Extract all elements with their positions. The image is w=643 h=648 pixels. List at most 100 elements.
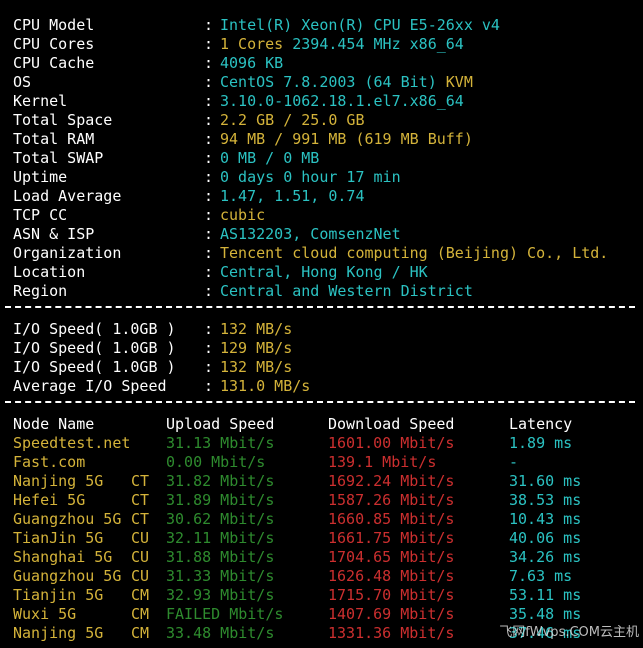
colon-separator: : (204, 73, 214, 91)
dashed-separator (5, 306, 635, 308)
sysinfo-label: Kernel (13, 92, 68, 110)
sysinfo-row: Kernel:3.10.0-1062.18.1.el7.x86_64 (0, 92, 643, 111)
colon-separator: : (204, 377, 214, 395)
speed-row: Shanghai 5G CU 31.88 Mbit/s 1704.65 Mbit/s 3… (0, 548, 643, 567)
colon-separator: : (204, 225, 214, 243)
sysinfo-label: Load Average (13, 187, 122, 205)
sysinfo-value: 2.2 GB / 25.0 GB (220, 111, 365, 129)
speed-isp: CM (131, 624, 150, 642)
io-row: Average I/O Speed:131.0 MB/s (0, 377, 643, 396)
speed-isp: CU (131, 548, 150, 566)
header-download-speed: Download Speed (328, 415, 455, 433)
speed-download: 1704.65 Mbit/s (328, 548, 455, 566)
sysinfo-label: Total Space (13, 111, 113, 129)
colon-separator: : (204, 244, 214, 262)
speed-download: 139.1 Mbit/s (328, 453, 437, 471)
colon-separator: : (204, 16, 214, 34)
speed-upload: 0.00 Mbit/s (166, 453, 266, 471)
speed-latency: 35.48 ms (509, 605, 582, 623)
speed-node-name: Nanjing 5G (13, 624, 104, 642)
header-node-name: Node Name (13, 415, 95, 433)
sysinfo-value: cubic (220, 206, 266, 224)
speed-isp: CT (131, 472, 150, 490)
io-row: I/O Speed( 1.0GB ):132 MB/s (0, 358, 643, 377)
speed-download: 1601.00 Mbit/s (328, 434, 455, 452)
sysinfo-row: Total SWAP:0 MB / 0 MB (0, 149, 643, 168)
speed-row: Tianjin 5G CM 32.93 Mbit/s 1715.70 Mbit/s 53… (0, 586, 643, 605)
sysinfo-label: TCP CC (13, 206, 68, 224)
speed-upload: 33.48 Mbit/s (166, 624, 275, 642)
sysinfo-row: Region: Central and Western District (0, 282, 643, 301)
speed-latency: 38.53 ms (509, 491, 582, 509)
speed-download: 1715.70 Mbit/s (328, 586, 455, 604)
colon-separator: : (204, 111, 214, 129)
speed-latency: - (509, 453, 519, 471)
speed-row: TianJin 5G CU 32.11 Mbit/s 1661.75 Mbit/s 40… (0, 529, 643, 548)
colon-separator: : (204, 320, 214, 338)
io-value: 129 MB/s (220, 339, 293, 357)
dashed-separator (5, 401, 635, 403)
io-value: 132 MB/s (220, 320, 293, 338)
speed-latency: 7.63 ms (509, 567, 573, 585)
speed-isp: CT (131, 491, 150, 509)
sysinfo-row: CPU Cores:1 Cores 2394.454 MHz x86_64 (0, 35, 643, 54)
speed-upload: 32.11 Mbit/s (166, 529, 275, 547)
speed-download: 1407.69 Mbit/s (328, 605, 455, 623)
colon-separator: : (204, 92, 214, 110)
speed-upload: 31.89 Mbit/s (166, 491, 275, 509)
sysinfo-row: CPU Cache:4096 KB (0, 54, 643, 73)
sysinfo-row: Load Average:1.47, 1.51, 0.74 (0, 187, 643, 206)
sysinfo-value: 0 MB / 0 MB (220, 149, 320, 167)
sysinfo-label: CPU Cores (13, 35, 95, 53)
speed-isp: CT (131, 510, 150, 528)
sysinfo-value: AS132203, ComsenzNet (220, 225, 401, 243)
sysinfo-value: Central, Hong Kong / HK (220, 263, 428, 281)
colon-separator: : (204, 206, 214, 224)
io-row: I/O Speed( 1.0GB ):132 MB/s (0, 320, 643, 339)
speed-latency: 40.06 ms (509, 529, 582, 547)
speed-upload: 31.33 Mbit/s (166, 567, 275, 585)
speed-node-name: Nanjing 5G (13, 472, 104, 490)
sysinfo-label: CPU Model (13, 16, 95, 34)
colon-separator: : (204, 54, 214, 72)
sysinfo-label: Location (13, 263, 86, 281)
speed-row: Guangzhou 5G CU 31.33 Mbit/s 1626.48 Mbit/s… (0, 567, 643, 586)
colon-separator: : (204, 130, 214, 148)
speed-row: Guangzhou 5G CT 30.62 Mbit/s 1660.85 Mbit/s… (0, 510, 643, 529)
speed-node-name: Tianjin 5G (13, 586, 104, 604)
colon-separator: : (204, 282, 214, 300)
speed-latency: 10.43 ms (509, 510, 582, 528)
speed-download: 1692.24 Mbit/s (328, 472, 455, 490)
colon-separator: : (204, 263, 214, 281)
sysinfo-value: Tencent cloud computing (Beijing) Co., L… (220, 244, 609, 262)
io-row: I/O Speed( 1.0GB ):129 MB/s (0, 339, 643, 358)
sysinfo-value-part: 1 Cores (220, 35, 293, 53)
io-value: 132 MB/s (220, 358, 293, 376)
sysinfo-value: 4096 KB (220, 54, 284, 72)
io-label: I/O Speed( 1.0GB ) (13, 320, 176, 338)
speed-header-row: Node Name Upload Speed Download Speed Laten… (0, 415, 643, 434)
colon-separator: : (204, 187, 214, 205)
speed-upload: 32.93 Mbit/s (166, 586, 275, 604)
sysinfo-value-part: CentOS 7.8.2003 (64 Bit) (220, 73, 446, 91)
sysinfo-label: Organization (13, 244, 122, 262)
speed-download: 1660.85 Mbit/s (328, 510, 455, 528)
colon-separator: : (204, 358, 214, 376)
speed-row: Nanjing 5G CT 31.82 Mbit/s 1692.24 Mbit/s 31… (0, 472, 643, 491)
speed-latency: 1.89 ms (509, 434, 573, 452)
colon-separator: : (204, 35, 214, 53)
sysinfo-value: 1.47, 1.51, 0.74 (220, 187, 365, 205)
speed-isp: CU (131, 529, 150, 547)
speed-node-name: Speedtest.net (13, 434, 131, 452)
sysinfo-value: 3.10.0-1062.18.1.el7.x86_64 (220, 92, 464, 110)
sysinfo-label: CPU Cache (13, 54, 95, 72)
sysinfo-label: Region (13, 282, 68, 300)
sysinfo-label: Uptime (13, 168, 68, 186)
sysinfo-value: Intel(R) Xeon(R) CPU E5-26xx v4 (220, 16, 500, 34)
sysinfo-row: Location: Central, Hong Kong / HK (0, 263, 643, 282)
speed-node-name: Wuxi 5G (13, 605, 77, 623)
speed-isp: CM (131, 605, 150, 623)
speed-download: 1626.48 Mbit/s (328, 567, 455, 585)
speed-row: Speedtest.net 31.13 Mbit/s 1601.00 Mbit/s 1… (0, 434, 643, 453)
io-label: Average I/O Speed (13, 377, 167, 395)
